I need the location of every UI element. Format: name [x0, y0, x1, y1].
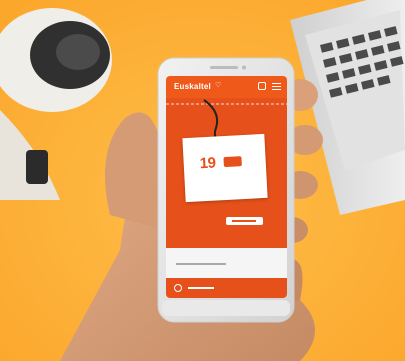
- phone-camera: [242, 65, 246, 70]
- search-text-blur: [188, 287, 214, 289]
- cta-label-blur: [232, 220, 256, 222]
- promo-price: 19: [199, 154, 216, 173]
- brand-heart-icon: ♡: [215, 82, 222, 89]
- brand-logo-text: Euskaltel: [174, 82, 211, 91]
- phone-screen: Euskaltel ♡ 19: [166, 76, 287, 298]
- promo-card-subtitle: [185, 178, 267, 182]
- account-icon[interactable]: [258, 82, 266, 90]
- promo-banner[interactable]: 19: [166, 98, 287, 252]
- promo-card[interactable]: 19: [182, 133, 268, 203]
- promo-card-title: [183, 143, 265, 147]
- carousel-dots[interactable]: [220, 239, 234, 252]
- bottom-search-bar[interactable]: [166, 278, 287, 298]
- price-badge: [223, 156, 242, 168]
- phone-speaker: [210, 66, 238, 69]
- menu-icon[interactable]: [272, 83, 281, 91]
- search-icon[interactable]: [174, 284, 182, 292]
- content-section: [166, 248, 287, 278]
- content-text-blur: [176, 263, 226, 265]
- promo-cta-button[interactable]: [226, 217, 263, 225]
- app-header: Euskaltel ♡: [166, 76, 287, 98]
- photo: Euskaltel ♡ 19: [0, 0, 405, 361]
